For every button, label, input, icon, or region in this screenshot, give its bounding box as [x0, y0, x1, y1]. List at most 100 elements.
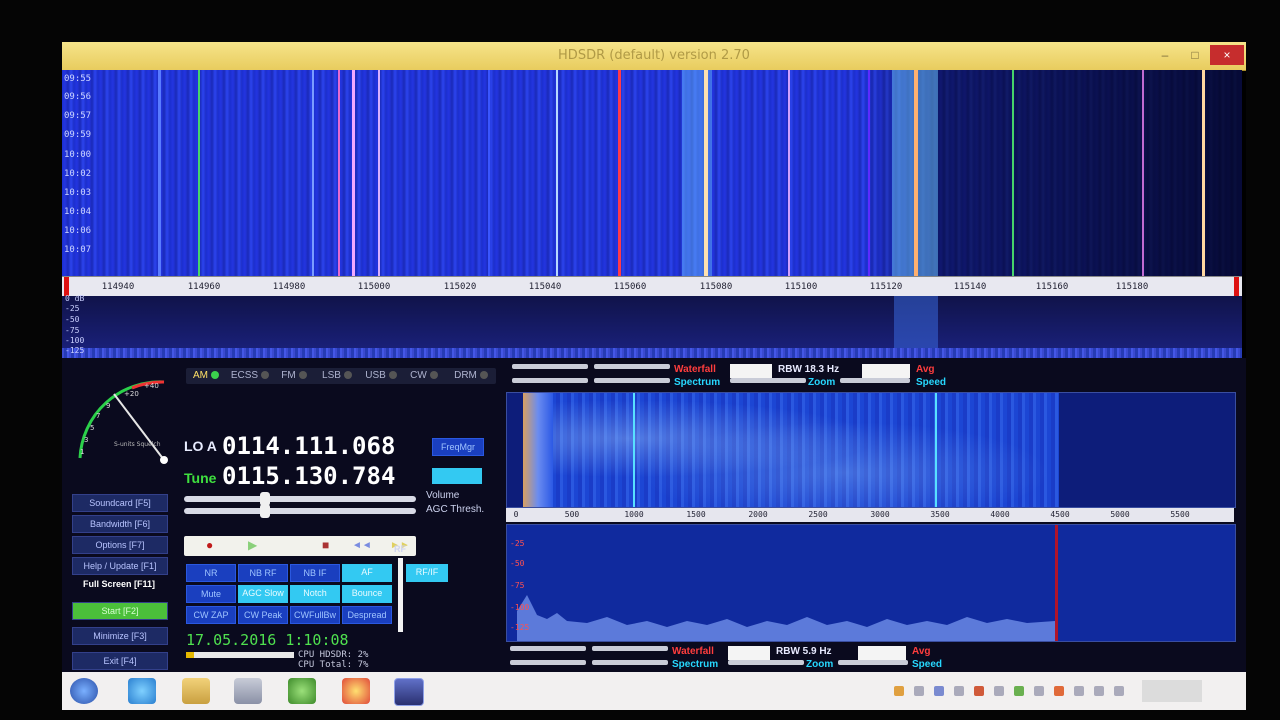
exit-button[interactable]: Exit [F4] — [72, 652, 168, 670]
clock[interactable] — [1142, 680, 1202, 702]
nb-rf-button[interactable]: NB RF — [238, 564, 288, 582]
af-spectrum[interactable]: -25 -50 -75 -100 -125 — [506, 524, 1236, 642]
mute-button[interactable]: Mute — [186, 585, 236, 603]
slider-knob[interactable] — [260, 504, 270, 518]
af-waterfall[interactable] — [506, 392, 1236, 508]
waterfall-time: 09:55 — [64, 74, 92, 84]
tray-icon[interactable] — [914, 686, 924, 696]
close-window-button[interactable]: × — [1210, 45, 1244, 65]
tray-icon[interactable] — [954, 686, 964, 696]
stop-button[interactable]: ■ — [322, 538, 329, 552]
af-bottom-spectrum-slider[interactable] — [510, 660, 586, 665]
smeter-scale: +20 — [124, 390, 139, 398]
computer-icon[interactable] — [234, 678, 262, 704]
lo-frequency[interactable]: 0114.111.068 — [222, 432, 395, 460]
af-bottom-avg-box[interactable] — [858, 646, 906, 660]
tray-icon[interactable] — [894, 686, 904, 696]
af-rbw-label: RBW 18.3 Hz — [778, 364, 840, 375]
tray-icon[interactable] — [994, 686, 1004, 696]
tune-preset-button[interactable] — [432, 468, 482, 484]
af-bottom-slider[interactable] — [510, 646, 586, 651]
freqmgr-button[interactable]: FreqMgr — [432, 438, 484, 456]
af-waterfall-contrast-slider[interactable] — [512, 364, 588, 369]
minimize-button[interactable]: Minimize [F3] — [72, 627, 168, 645]
help-update-button[interactable]: Help / Update [F1] — [72, 557, 168, 575]
af-spectrum-slider-2[interactable] — [594, 378, 670, 383]
ruler-right-marker[interactable] — [1234, 277, 1239, 297]
bounce-button[interactable]: Bounce — [342, 585, 392, 603]
waterfall-time: 09:57 — [64, 111, 92, 121]
nr-button[interactable]: NR — [186, 564, 236, 582]
af-waterfall-brightness-slider[interactable] — [594, 364, 670, 369]
af-frequency-ruler[interactable]: 0 500 1000 1500 2000 2500 3000 3500 4000… — [506, 508, 1234, 522]
maximize-window-button[interactable]: □ — [1182, 45, 1208, 65]
rf-frequency-ruler[interactable]: 114940 114960 114980 115000 115020 11504… — [62, 276, 1242, 297]
rf-if-button[interactable]: RF/IF — [406, 564, 448, 582]
rf-gain-slider[interactable] — [398, 558, 403, 632]
chrome-icon[interactable] — [342, 678, 370, 704]
app-icon[interactable] — [288, 678, 316, 704]
mode-am[interactable]: AM — [188, 369, 224, 383]
title-bar[interactable]: HDSDR (default) version 2.70 – □ × — [62, 42, 1246, 71]
mode-label: ECSS — [230, 370, 259, 381]
smeter-label: S-units Squelch — [114, 441, 161, 448]
minimize-window-button[interactable]: – — [1152, 45, 1178, 65]
network-icon[interactable] — [1094, 686, 1104, 696]
af-zoom-slider[interactable] — [730, 378, 806, 383]
volume-slider[interactable] — [184, 492, 416, 506]
af-button[interactable]: AF — [342, 564, 392, 582]
start-button[interactable]: Start [F2] — [72, 602, 168, 620]
options-button[interactable]: Options [F7] — [72, 536, 168, 554]
freq-tick: 115160 — [1035, 282, 1069, 292]
play-button[interactable]: ▶ — [248, 538, 257, 552]
cw-peak-button[interactable]: CW Peak — [238, 606, 288, 624]
af-bottom-box[interactable] — [728, 646, 770, 660]
soundcard-button[interactable]: Soundcard [F5] — [72, 494, 168, 512]
tray-icon[interactable] — [1014, 686, 1024, 696]
mode-drm[interactable]: DRM — [448, 369, 494, 383]
af-filter-cutoff[interactable] — [1055, 525, 1058, 641]
tray-icon[interactable] — [974, 686, 984, 696]
internet-explorer-icon[interactable] — [128, 678, 156, 704]
af-waterfall-box[interactable] — [730, 364, 772, 378]
mode-usb[interactable]: USB — [360, 369, 402, 383]
despread-button[interactable]: Despread — [342, 606, 392, 624]
bandwidth-button[interactable]: Bandwidth [F6] — [72, 515, 168, 533]
agc-threshold-slider[interactable] — [184, 504, 416, 518]
full-screen-button[interactable]: Full Screen [F11] — [72, 576, 166, 592]
af-bottom-spectrum-slider-2[interactable] — [592, 660, 668, 665]
hdsdr-taskbar-icon[interactable] — [394, 678, 424, 706]
db-label: -75 — [65, 326, 80, 335]
af-bottom-zoom-slider[interactable] — [728, 660, 804, 665]
agc-slow-button[interactable]: AGC Slow — [238, 585, 288, 603]
flag-icon[interactable] — [1114, 686, 1124, 696]
mode-fm[interactable]: FM — [274, 369, 314, 383]
af-bottom-spectrum-label: Spectrum — [672, 659, 719, 670]
cw-fullbw-button[interactable]: CWFullBw — [290, 606, 340, 624]
freq-tick: 115000 — [357, 282, 391, 292]
af-speed-slider[interactable] — [840, 378, 910, 383]
nb-if-button[interactable]: NB IF — [290, 564, 340, 582]
volume-icon[interactable] — [1074, 686, 1084, 696]
file-explorer-icon[interactable] — [182, 678, 210, 704]
rewind-button[interactable]: ◄◄ — [352, 540, 372, 551]
rf-spectrum[interactable]: 0 dB -25 -50 -75 -100 -125 — [62, 294, 1242, 358]
freq-tick: 115120 — [869, 282, 903, 292]
af-bottom-slider-2[interactable] — [592, 646, 668, 651]
cw-zap-button[interactable]: CW ZAP — [186, 606, 236, 624]
tray-icon[interactable] — [934, 686, 944, 696]
af-avg-box[interactable] — [862, 364, 910, 378]
rf-waterfall[interactable]: 09:55 09:56 09:57 09:59 10:00 10:02 10:0… — [62, 70, 1242, 276]
mode-cw[interactable]: CW — [404, 369, 444, 383]
af-spectrum-slider[interactable] — [512, 378, 588, 383]
af-bottom-speed-slider[interactable] — [838, 660, 908, 665]
tray-icon[interactable] — [1054, 686, 1064, 696]
mode-ecss[interactable]: ECSS — [228, 369, 272, 383]
tray-icon[interactable] — [1034, 686, 1044, 696]
record-button[interactable]: ● — [206, 538, 213, 552]
tune-frequency[interactable]: 0115.130.784 — [222, 462, 395, 490]
mode-lsb[interactable]: LSB — [316, 369, 358, 383]
freq-tick: 115020 — [443, 282, 477, 292]
notch-button[interactable]: Notch — [290, 585, 340, 603]
start-orb-icon[interactable] — [70, 678, 98, 704]
